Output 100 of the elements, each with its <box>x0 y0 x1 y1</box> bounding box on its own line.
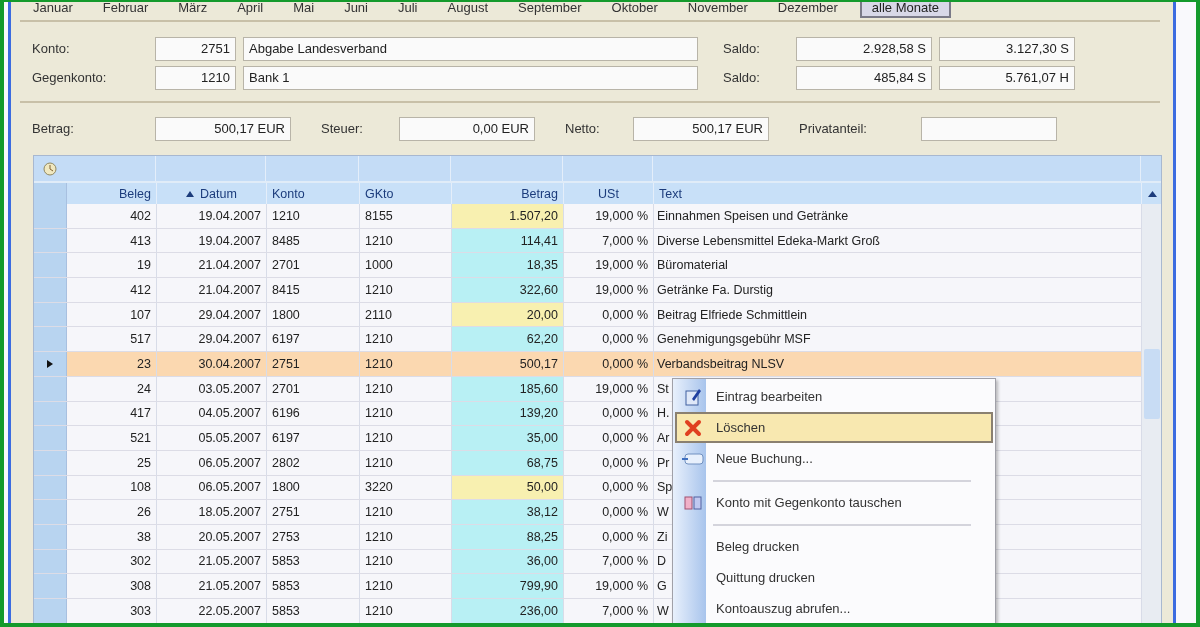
row-selector[interactable] <box>34 352 67 376</box>
field-label: Saldo: <box>723 70 761 85</box>
balance-field: 3.127,30 S <box>939 36 1075 61</box>
table-cell: 03.05.2007 <box>157 376 267 401</box>
table-cell: 308 <box>67 574 157 598</box>
table-cell: 21.04.2007 <box>157 278 267 302</box>
table-cell: 1.507,20 <box>452 204 564 228</box>
table-cell: 35,00 <box>452 426 564 450</box>
amount-field[interactable]: 0,00 EUR <box>399 116 535 141</box>
amount-field[interactable]: 500,17 EUR <box>155 116 291 141</box>
settings-icon[interactable] <box>42 160 58 177</box>
current-row-icon <box>47 359 53 368</box>
balance-field: 5.761,07 H <box>939 65 1075 90</box>
account-number-field[interactable]: 2751 <box>155 36 236 61</box>
table-cell: 7,000 % <box>564 228 654 253</box>
month-tab[interactable]: Mai <box>293 2 315 15</box>
table-cell: 8485 <box>267 228 360 253</box>
account-name-field[interactable]: Abgabe Landesverband <box>243 36 698 61</box>
table-cell: 04.05.2007 <box>157 401 267 426</box>
table-cell: 1800 <box>267 302 360 327</box>
month-tab[interactable]: April <box>237 2 264 15</box>
amount-field[interactable]: 500,17 EUR <box>633 116 769 141</box>
table-cell: 25 <box>67 450 157 475</box>
menu-item[interactable]: Löschen <box>675 412 993 443</box>
account-name-field[interactable]: Bank 1 <box>243 65 698 90</box>
table-cell: 30.04.2007 <box>157 352 267 376</box>
table-cell: 38 <box>67 524 157 549</box>
table-cell: 20,00 <box>452 302 564 327</box>
table-cell: 417 <box>67 401 157 426</box>
table-cell: 6197 <box>267 426 360 450</box>
table-cell: 2701 <box>267 376 360 401</box>
table-cell: 1800 <box>267 475 360 500</box>
field-label: Konto: <box>32 41 71 56</box>
table-cell: 799,90 <box>452 574 564 598</box>
month-tab[interactable]: Juni <box>344 2 368 15</box>
row-selector-header[interactable] <box>34 183 67 204</box>
table-cell: 19.04.2007 <box>157 228 267 253</box>
table-cell: 185,60 <box>452 376 564 401</box>
table-cell: 6197 <box>267 327 360 352</box>
field-label: Steuer: <box>321 121 364 136</box>
table-cell: 7,000 % <box>564 599 654 623</box>
table-cell: 29.04.2007 <box>157 327 267 352</box>
field-label: Gegenkonto: <box>32 70 108 85</box>
month-tab[interactable]: September <box>518 2 582 15</box>
amount-field[interactable] <box>921 116 1057 141</box>
table-row[interactable]: 517 29.04.2007 6197 1210 62,20 0,000 % Genehmigungsgebühr MSF <box>34 327 1142 353</box>
table-cell: 88,25 <box>452 524 564 549</box>
table-cell: 50,00 <box>452 475 564 500</box>
table-cell: 521 <box>67 426 157 450</box>
table-cell: 19.04.2007 <box>157 204 267 228</box>
field-label: Netto: <box>565 121 601 136</box>
table-cell: 236,00 <box>452 599 564 623</box>
month-tab[interactable]: Dezember <box>777 2 838 15</box>
field-label: Saldo: <box>723 41 761 56</box>
table-cell: 8415 <box>267 278 360 302</box>
table-cell: 21.05.2007 <box>157 549 267 574</box>
table-cell: 19,000 % <box>564 574 654 598</box>
field-label: Betrag: <box>32 121 75 136</box>
table-row[interactable]: 107 29.04.2007 1800 2110 20,00 0,000 % Beitrag Elfriede Schmittlein <box>34 302 1142 328</box>
month-tab[interactable]: Februar <box>102 2 149 15</box>
table-cell: 303 <box>67 599 157 623</box>
table-cell: 19 <box>67 253 157 278</box>
table-row[interactable]: 19 21.04.2007 2701 1000 18,35 19,000 % Büromaterial <box>34 253 1142 279</box>
month-tab[interactable]: November <box>687 2 748 15</box>
table-cell: 2751 <box>267 352 360 376</box>
table-row[interactable]: 402 19.04.2007 1210 8155 1.507,20 19,000 % Einnahmen Speisen und Getränke <box>34 204 1142 229</box>
month-tab[interactable]: Oktober <box>611 2 658 15</box>
table-row[interactable]: 412 21.04.2007 8415 1210 322,60 19,000 % Getränke Fa. Durstig <box>34 278 1142 303</box>
table-cell: 7,000 % <box>564 549 654 574</box>
table-cell: 402 <box>67 204 157 228</box>
table-cell: 0,000 % <box>564 352 654 376</box>
table-cell: 06.05.2007 <box>157 450 267 475</box>
table-cell: 5853 <box>267 599 360 623</box>
new-entry-icon <box>681 451 704 466</box>
table-cell: 19,000 % <box>564 278 654 302</box>
table-row[interactable]: 413 19.04.2007 8485 1210 114,41 7,000 % Diverse Lebensmittel Edeka-Markt Groß <box>34 228 1142 254</box>
table-cell: 29.04.2007 <box>157 302 267 327</box>
month-tab[interactable]: August <box>447 2 488 15</box>
table-cell: 0,000 % <box>564 500 654 524</box>
scroll-up-icon[interactable] <box>1147 190 1157 197</box>
scrollbar[interactable] <box>1142 204 1161 623</box>
edit-icon <box>683 386 702 407</box>
table-cell: 24 <box>67 376 157 401</box>
month-tab[interactable]: alle Monate <box>859 2 951 18</box>
swap-icon <box>683 494 702 511</box>
table-cell: 322,60 <box>452 278 564 302</box>
table-cell: 413 <box>67 228 157 253</box>
table-cell: 1210 <box>267 204 360 228</box>
table-cell: 107 <box>67 302 157 327</box>
table-row[interactable]: 23 30.04.2007 2751 1210 500,17 0,000 % Verbandsbeitrag NLSV <box>34 352 1142 377</box>
table-cell: 6196 <box>267 401 360 426</box>
table-cell: 2701 <box>267 253 360 278</box>
month-tab[interactable]: Januar <box>33 2 73 15</box>
month-tab[interactable]: Juli <box>398 2 418 15</box>
table-cell: 19,000 % <box>564 253 654 278</box>
account-number-field[interactable]: 1210 <box>155 65 236 90</box>
month-tab[interactable]: März <box>178 2 208 15</box>
table-cell: 517 <box>67 327 157 352</box>
table-cell: 5853 <box>267 574 360 598</box>
table-cell: 18,35 <box>452 253 564 278</box>
